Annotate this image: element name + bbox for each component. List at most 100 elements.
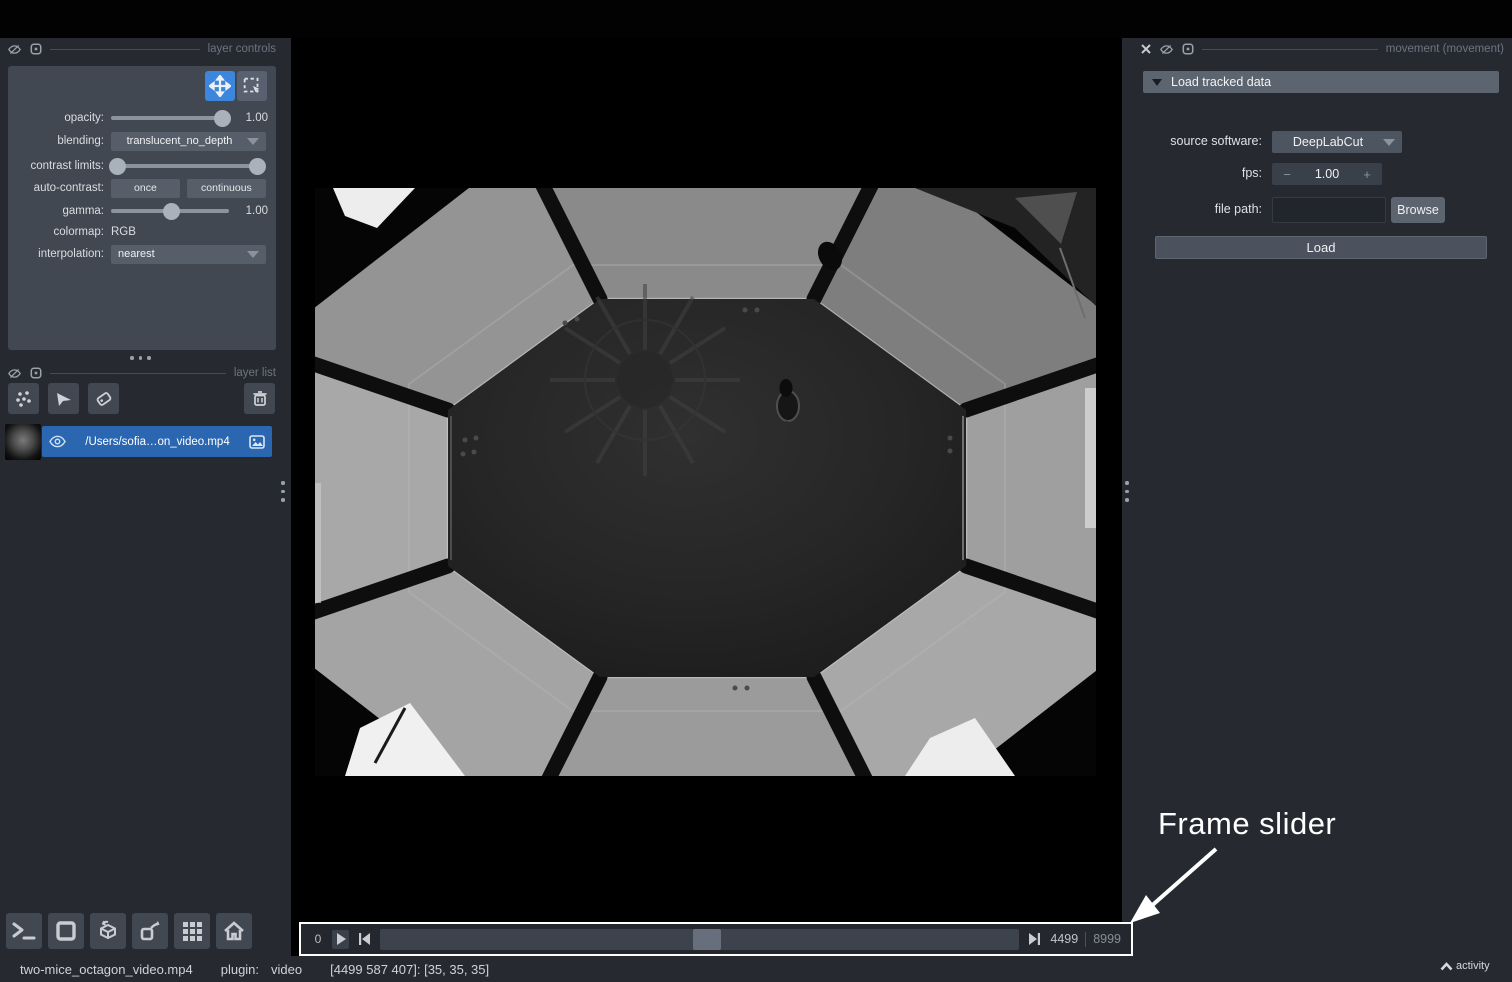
layer-list-header: layer list bbox=[8, 365, 276, 381]
eye-hidden-icon[interactable] bbox=[1160, 43, 1173, 56]
auto-contrast-once-button[interactable]: once bbox=[111, 179, 180, 198]
contrast-limits-slider[interactable] bbox=[111, 164, 264, 168]
gamma-row: gamma: 1.00 bbox=[8, 201, 268, 221]
source-software-dropdown[interactable]: DeepLabCut bbox=[1272, 131, 1402, 153]
panel-resize-handle[interactable] bbox=[130, 356, 151, 360]
home-reset-view-button[interactable] bbox=[216, 913, 252, 949]
pan-zoom-button[interactable] bbox=[205, 71, 235, 101]
play-button[interactable] bbox=[332, 930, 349, 949]
new-points-layer-button[interactable] bbox=[8, 383, 39, 414]
viewer-buttons bbox=[6, 913, 252, 949]
ndisplay-toggle-button[interactable] bbox=[48, 913, 84, 949]
blending-dropdown[interactable]: translucent_no_depth bbox=[111, 132, 266, 151]
header-divider bbox=[50, 49, 200, 50]
status-plugin-name: video bbox=[271, 962, 302, 977]
movement-panel-header: movement (movement) bbox=[1139, 41, 1504, 57]
ndisplay-2d-icon bbox=[55, 920, 77, 942]
colormap-row: colormap: RGB bbox=[8, 222, 268, 242]
activity-label: activity bbox=[1456, 960, 1490, 972]
colormap-value: RGB bbox=[111, 226, 136, 238]
console-button[interactable] bbox=[6, 913, 42, 949]
layer-controls-header: layer controls bbox=[8, 41, 276, 57]
browse-label: Browse bbox=[1397, 203, 1439, 217]
left-splitter-handle[interactable] bbox=[281, 481, 285, 502]
opacity-row: opacity: 1.00 bbox=[8, 108, 268, 128]
file-path-input[interactable] bbox=[1272, 197, 1386, 223]
delete-layer-button[interactable] bbox=[244, 383, 275, 414]
auto-contrast-row: auto-contrast: once continuous bbox=[8, 178, 268, 198]
new-labels-layer-icon bbox=[94, 389, 114, 409]
left-dock: layer controls opacity: 1.00 blending: t… bbox=[0, 38, 283, 956]
right-splitter-handle[interactable] bbox=[1125, 481, 1129, 502]
colormap-label: colormap: bbox=[8, 226, 104, 238]
window-top-strip bbox=[0, 0, 1512, 38]
blending-row: blending: translucent_no_depth bbox=[8, 131, 268, 151]
right-dock: movement (movement) Load tracked data so… bbox=[1131, 38, 1512, 956]
skip-to-start-button[interactable] bbox=[356, 930, 373, 949]
chevron-down-icon bbox=[247, 138, 259, 145]
pan-arrows-icon bbox=[209, 75, 231, 97]
source-software-value: DeepLabCut bbox=[1279, 135, 1377, 149]
contrast-min-handle[interactable] bbox=[109, 158, 126, 175]
opacity-label: opacity: bbox=[8, 112, 104, 124]
layer-row[interactable]: /Users/sofia…on_video.mp4 bbox=[42, 426, 272, 457]
play-icon bbox=[336, 933, 346, 945]
increment-button[interactable]: + bbox=[1360, 167, 1374, 182]
load-tracked-data-header[interactable]: Load tracked data bbox=[1143, 71, 1499, 93]
source-software-label: source software: bbox=[1131, 134, 1262, 148]
visibility-eye-icon[interactable] bbox=[49, 435, 66, 448]
activity-button[interactable]: activity bbox=[1440, 960, 1490, 972]
layer-controls-title: layer controls bbox=[208, 43, 276, 55]
current-frame-value[interactable]: 4499 bbox=[1050, 932, 1078, 946]
interpolation-label: interpolation: bbox=[8, 248, 104, 260]
decrement-button[interactable]: − bbox=[1280, 167, 1294, 182]
browse-button[interactable]: Browse bbox=[1391, 197, 1445, 223]
frame-slider-handle[interactable] bbox=[693, 929, 721, 950]
chevron-up-icon bbox=[1440, 962, 1453, 971]
float-panel-icon[interactable] bbox=[29, 43, 42, 56]
fps-value[interactable]: 1.00 bbox=[1294, 167, 1360, 181]
eye-hidden-icon[interactable] bbox=[8, 43, 21, 56]
transform-button[interactable] bbox=[237, 71, 267, 101]
float-panel-icon[interactable] bbox=[29, 367, 42, 380]
gamma-slider-handle[interactable] bbox=[163, 203, 180, 220]
image-layer-type-icon[interactable] bbox=[249, 435, 265, 449]
new-labels-layer-button[interactable] bbox=[88, 383, 119, 414]
new-shapes-layer-icon bbox=[54, 389, 74, 409]
opacity-slider-handle[interactable] bbox=[214, 110, 231, 127]
new-shapes-layer-button[interactable] bbox=[48, 383, 79, 414]
load-label: Load bbox=[1307, 240, 1336, 255]
header-divider bbox=[1202, 49, 1378, 50]
status-plugin-label: plugin: bbox=[221, 962, 259, 977]
status-layer-name: two-mice_octagon_video.mp4 bbox=[20, 962, 193, 977]
skip-to-end-button[interactable] bbox=[1026, 930, 1043, 949]
viewer-canvas[interactable] bbox=[291, 38, 1122, 956]
roll-dimensions-button[interactable] bbox=[90, 913, 126, 949]
transpose-button[interactable] bbox=[132, 913, 168, 949]
eye-hidden-icon[interactable] bbox=[8, 367, 21, 380]
float-panel-icon[interactable] bbox=[1181, 43, 1194, 56]
opacity-slider[interactable] bbox=[111, 116, 229, 120]
layer-name: /Users/sofia…on_video.mp4 bbox=[72, 436, 243, 448]
grid-view-icon bbox=[181, 920, 203, 942]
grid-view-button[interactable] bbox=[174, 913, 210, 949]
header-divider bbox=[50, 373, 226, 374]
frame-slider-track[interactable] bbox=[380, 929, 1019, 950]
auto-contrast-continuous-button[interactable]: continuous bbox=[187, 179, 266, 198]
fps-spinbox[interactable]: − 1.00 + bbox=[1272, 163, 1382, 185]
transform-icon bbox=[241, 75, 263, 97]
interpolation-value: nearest bbox=[118, 248, 241, 260]
slider-start-label: 0 bbox=[311, 932, 325, 946]
layer-thumbnail[interactable] bbox=[5, 424, 41, 460]
status-bar: two-mice_octagon_video.mp4 plugin: video… bbox=[0, 956, 1512, 982]
interpolation-dropdown[interactable]: nearest bbox=[111, 245, 266, 264]
contrast-max-handle[interactable] bbox=[249, 158, 266, 175]
load-button[interactable]: Load bbox=[1155, 236, 1487, 259]
gamma-slider[interactable] bbox=[111, 209, 229, 213]
interpolation-row: interpolation: nearest bbox=[8, 244, 268, 264]
opacity-value: 1.00 bbox=[236, 112, 268, 124]
status-cursor-readout: [4499 587 407]: [35, 35, 35] bbox=[330, 962, 489, 977]
close-icon[interactable] bbox=[1139, 43, 1152, 56]
once-label: once bbox=[134, 182, 157, 194]
frame-slider-bar: 0 4499 8999 bbox=[301, 924, 1131, 954]
